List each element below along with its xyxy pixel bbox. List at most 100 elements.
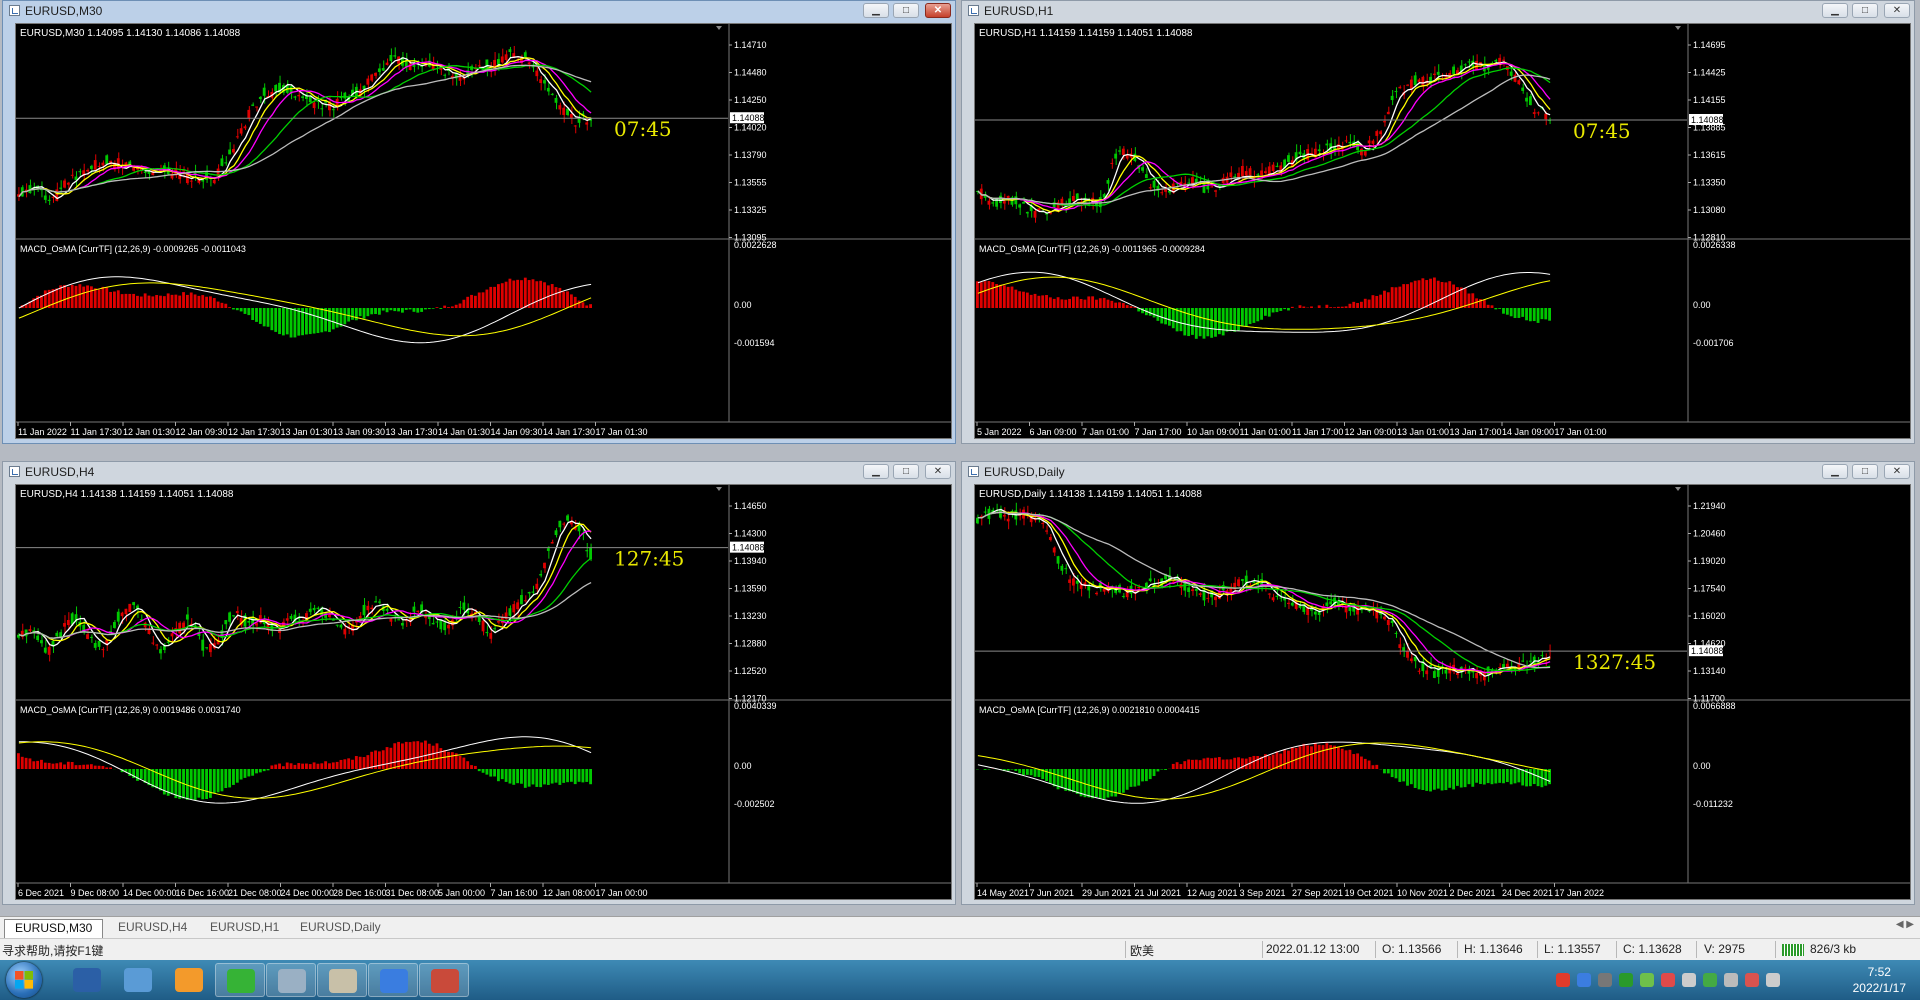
candle-body [201,639,205,651]
minimize-button[interactable]: ▁ [1822,3,1848,18]
tray-icon-3[interactable] [1619,973,1633,987]
chart-canvas[interactable]: EURUSD,H4 1.14138 1.14159 1.14051 1.1408… [15,484,952,900]
minimize-button[interactable]: ▁ [863,464,889,479]
histogram-bar [1060,299,1064,308]
tray-icon-8[interactable] [1724,973,1738,987]
price-scale-label: 1.21940 [1693,501,1726,511]
tray-icon-7[interactable] [1703,973,1717,987]
maximize-button[interactable]: □ [1852,3,1878,18]
close-button[interactable]: ✕ [1884,3,1910,18]
histogram-bar [281,766,285,769]
histogram-bar [274,308,278,332]
maximize-button[interactable]: □ [893,464,919,479]
histogram-bar [232,308,235,310]
histogram-bar [1029,294,1033,308]
histogram-bar [1225,308,1229,332]
candle-body [128,603,132,612]
window-titlebar[interactable]: EURUSD,H4 ▁ □ ✕ [3,462,955,482]
shift-marker-icon[interactable] [1675,487,1681,491]
shift-marker-icon[interactable] [716,26,722,30]
candle-body [1114,153,1118,159]
histogram-bar [293,308,297,338]
indicator-scale-label: -0.002502 [734,799,775,809]
tab-scroll-arrows[interactable]: ◀ ▶ [1896,919,1914,930]
histogram-bar [1394,769,1398,779]
histogram-bar [550,769,554,784]
histogram-bar [1240,308,1244,327]
tray-icon-0[interactable] [1556,973,1570,987]
candle-body [1279,597,1283,599]
shift-marker-icon[interactable] [1675,26,1681,30]
clock[interactable]: 7:52 2022/1/17 [1853,964,1906,996]
mt4-taskbar-button[interactable] [419,963,469,997]
histogram-bar [251,308,255,320]
histogram-bar [443,305,447,308]
histogram-bar [1033,293,1037,308]
minimize-button[interactable]: ▁ [1822,464,1848,479]
histogram-bar [477,292,481,308]
candle-body [1521,660,1525,662]
histogram-bar [1417,769,1421,790]
histogram-bar [1098,769,1102,799]
tray-icon-4[interactable] [1640,973,1654,987]
pen-taskbar-button[interactable] [368,963,418,997]
candle-body [1313,611,1317,615]
histogram-bar [1110,300,1114,308]
chart-window-h4[interactable]: EURUSD,H4 ▁ □ ✕ EURUSD,H4 1.14138 1.14159 1.… [2,461,956,905]
tray-icon-6[interactable] [1682,973,1696,987]
chart-window-m30[interactable]: EURUSD,M30 ▁ □ ✕ EURUSD,M30 1.14095 1.14130 … [2,0,956,444]
histogram-bar [178,769,182,799]
current-price-label: 1.14088 [732,113,765,123]
histogram-bar [1429,769,1432,792]
candle-body [554,530,558,536]
tab-eurusd-m30[interactable]: EURUSD,M30 [4,919,104,938]
candle-body [1121,148,1125,156]
histogram-bar [1363,298,1367,308]
histogram-bar [1271,308,1275,313]
histogram-bar [136,769,139,781]
candle-body [527,62,531,65]
candle-body [312,607,316,611]
network-taskbar-button[interactable] [113,963,163,997]
tray-icon-5[interactable] [1661,973,1675,987]
histogram-bar [1532,769,1536,785]
chart-canvas[interactable]: EURUSD,M30 1.14095 1.14130 1.14086 1.140… [15,23,952,439]
chart-window-d1[interactable]: EURUSD,Daily ▁ □ ✕ EURUSD,Daily 1.14138 1.14… [961,461,1915,905]
shift-marker-icon[interactable] [716,487,722,491]
histogram-bar [393,308,397,312]
histogram-bar [1544,308,1548,320]
maximize-button[interactable]: □ [1852,464,1878,479]
histogram-bar [1313,742,1317,769]
time-axis-label: 13 Jan 01:30 [281,427,333,437]
tab-eurusd-h4[interactable]: EURUSD,H4 [108,919,197,937]
tray-icon-1[interactable] [1577,973,1591,987]
tray-icon-10[interactable] [1766,973,1780,987]
minimize-button[interactable]: ▁ [863,3,889,18]
window-titlebar[interactable]: EURUSD,Daily ▁ □ ✕ [962,462,1914,482]
histogram-bar [1260,308,1263,320]
start-button[interactable] [6,962,42,998]
desktop-taskbar-button[interactable] [62,963,112,997]
tab-eurusd-h1[interactable]: EURUSD,H1 [200,919,289,937]
tray-icon-2[interactable] [1598,973,1612,987]
window-taskbar-button[interactable] [317,963,367,997]
window-titlebar[interactable]: EURUSD,H1 ▁ □ ✕ [962,1,1914,21]
tray-icon-9[interactable] [1745,973,1759,987]
close-button[interactable]: ✕ [925,464,951,479]
chart-canvas[interactable]: EURUSD,Daily 1.14138 1.14159 1.14051 1.1… [974,484,1911,900]
price-scale-label: 1.13140 [1693,666,1726,676]
chart-window-h1[interactable]: EURUSD,H1 ▁ □ ✕ EURUSD,H1 1.14159 1.14159 1.… [961,0,1915,444]
maximize-button[interactable]: □ [893,3,919,18]
app-orange-taskbar-button[interactable] [164,963,214,997]
chart-canvas[interactable]: EURUSD,H1 1.14159 1.14159 1.14051 1.1408… [974,23,1911,439]
status-close: C: 1.13628 [1623,942,1682,956]
close-button[interactable]: ✕ [925,3,951,18]
histogram-bar [527,769,531,787]
tab-eurusd-daily[interactable]: EURUSD,Daily [290,919,391,937]
time-axis-label: 14 Jan 09:00 [1502,427,1554,437]
notepad-taskbar-button[interactable] [266,963,316,997]
window-titlebar[interactable]: EURUSD,M30 ▁ □ ✕ [3,1,955,21]
close-button[interactable]: ✕ [1884,464,1910,479]
wechat-taskbar-button[interactable] [215,963,265,997]
price-scale-label: 1.16020 [1693,611,1726,621]
